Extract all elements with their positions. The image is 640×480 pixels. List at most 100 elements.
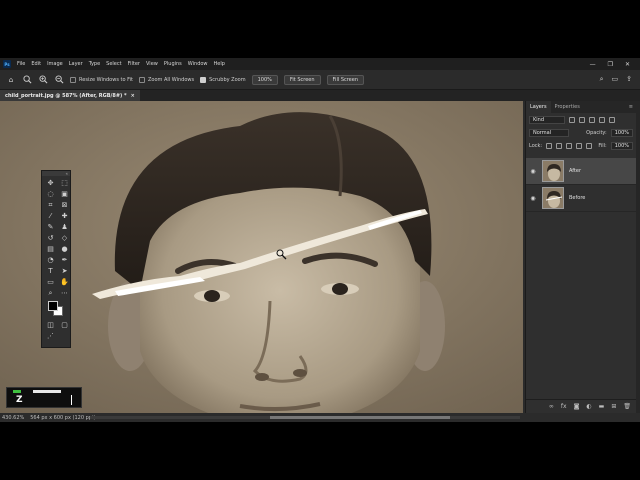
- shape-tool-icon[interactable]: ▭: [45, 277, 56, 287]
- lock-transparent-icon[interactable]: [546, 142, 553, 149]
- delete-layer-icon[interactable]: 🗑: [623, 403, 631, 410]
- lock-image-icon[interactable]: [556, 142, 563, 149]
- filter-adjust-icon[interactable]: [579, 116, 585, 123]
- brush-tool-icon[interactable]: ✎: [45, 222, 56, 232]
- link-layers-icon[interactable]: ∞: [549, 403, 554, 410]
- resize-windows-checkbox[interactable]: Resize Windows to Fit: [70, 76, 133, 83]
- menu-plugins[interactable]: Plugins: [161, 61, 185, 67]
- frame-tool-icon[interactable]: ⊠: [59, 200, 70, 210]
- blend-mode-select[interactable]: Normal: [529, 128, 569, 137]
- zoom-out-icon[interactable]: [54, 75, 64, 85]
- lock-position-icon[interactable]: [566, 142, 573, 149]
- zoom-tool-icon[interactable]: ⌕: [45, 288, 56, 298]
- scrubby-zoom-box[interactable]: [200, 76, 207, 83]
- tab-layers[interactable]: Layers: [526, 101, 551, 113]
- layer-name-after[interactable]: After: [569, 168, 581, 174]
- keycast-white-bar: [33, 390, 61, 393]
- lock-artboard-icon[interactable]: [576, 142, 583, 149]
- stamp-tool-icon[interactable]: ♟: [59, 222, 70, 232]
- quick-mask-icon[interactable]: ◫: [45, 320, 56, 330]
- zoom-in-icon[interactable]: [38, 75, 48, 85]
- share-icon[interactable]: ⇪: [626, 75, 632, 84]
- panel-menu-icon[interactable]: ≡: [629, 104, 636, 110]
- horizontal-scrollbar[interactable]: [90, 416, 520, 419]
- eyedropper-tool-icon[interactable]: ⁄: [45, 211, 56, 221]
- screen-mode-icon[interactable]: ▢: [59, 320, 70, 330]
- type-tool-icon[interactable]: T: [45, 266, 56, 276]
- path-select-tool-icon[interactable]: ➤: [59, 266, 70, 276]
- fit-screen-button[interactable]: Fit Screen: [283, 74, 321, 85]
- eraser-tool-icon[interactable]: ◇: [59, 233, 70, 243]
- hand-tool-icon[interactable]: ✋: [59, 277, 70, 287]
- color-swatches[interactable]: [45, 300, 71, 318]
- visibility-eye-icon[interactable]: ◉: [529, 195, 537, 202]
- filter-shape-icon[interactable]: [599, 116, 605, 123]
- new-layer-icon[interactable]: ⊞: [611, 403, 616, 410]
- layer-style-icon[interactable]: fx: [561, 403, 567, 410]
- object-select-tool-icon[interactable]: ▣: [59, 189, 70, 199]
- layer-row-before[interactable]: ◉ Before: [526, 185, 636, 212]
- scrollbar-thumb[interactable]: [270, 416, 450, 419]
- filter-pixel-icon[interactable]: [569, 116, 575, 123]
- foreground-color-swatch[interactable]: [48, 301, 58, 311]
- zoom-all-windows-box[interactable]: [139, 76, 145, 83]
- blur-tool-icon[interactable]: ●: [59, 244, 70, 254]
- menu-window[interactable]: Window: [185, 61, 211, 67]
- layers-footer: ∞ fx ◙ ◐ ▬ ⊞ 🗑: [526, 399, 637, 413]
- menu-help[interactable]: Help: [211, 61, 228, 67]
- layer-name-before[interactable]: Before: [569, 195, 585, 201]
- menu-filter[interactable]: Filter: [125, 61, 143, 67]
- restore-icon[interactable]: ❐: [608, 61, 613, 68]
- new-group-icon[interactable]: ▬: [599, 403, 605, 410]
- zoom-all-windows-checkbox[interactable]: Zoom All Windows: [139, 76, 194, 83]
- home-icon[interactable]: ⌂: [6, 75, 16, 85]
- blend-row: Normal Opacity: 100%: [526, 126, 636, 139]
- more-tools-icon[interactable]: ⋯: [59, 288, 70, 298]
- filter-kind-select[interactable]: Kind: [529, 115, 565, 124]
- menu-image[interactable]: Image: [44, 61, 66, 67]
- scrubby-zoom-checkbox[interactable]: Scrubby Zoom: [200, 76, 246, 83]
- status-zoom[interactable]: 430.62%: [2, 415, 24, 421]
- filter-smart-icon[interactable]: [609, 116, 615, 123]
- marquee-tool-icon[interactable]: ⬚: [59, 178, 70, 188]
- fill-screen-button[interactable]: Fill Screen: [326, 74, 365, 85]
- move-tool-icon[interactable]: ✥: [45, 178, 56, 188]
- resize-windows-box[interactable]: [70, 76, 76, 83]
- close-icon[interactable]: ✕: [625, 61, 630, 68]
- gradient-tool-icon[interactable]: ▤: [45, 244, 56, 254]
- minimize-icon[interactable]: —: [590, 61, 596, 68]
- opacity-label: Opacity:: [586, 129, 607, 136]
- layer-row-after[interactable]: ◉ After: [526, 158, 636, 185]
- add-mask-icon[interactable]: ◙: [574, 403, 580, 410]
- tab-properties[interactable]: Properties: [551, 101, 584, 113]
- spot-heal-tool-icon[interactable]: ✚: [59, 211, 70, 221]
- zoom-tool-icon[interactable]: [22, 75, 32, 85]
- menu-type[interactable]: Type: [86, 61, 103, 67]
- visibility-eye-icon[interactable]: ◉: [529, 168, 537, 175]
- lasso-tool-icon[interactable]: ◌: [45, 189, 56, 199]
- history-brush-tool-icon[interactable]: ↺: [45, 233, 56, 243]
- pen-tool-icon[interactable]: ✒: [59, 255, 70, 265]
- layer-filter-row: Kind: [526, 113, 636, 126]
- zoom-100-button[interactable]: 100%: [251, 74, 278, 85]
- status-doc-info: 564 px x 600 px (120 ppi): [30, 414, 96, 421]
- lock-all-icon[interactable]: [586, 142, 593, 149]
- filter-type-icon[interactable]: [589, 116, 595, 123]
- dodge-tool-icon[interactable]: ◔: [45, 255, 56, 265]
- crop-tool-icon[interactable]: ⌗: [45, 200, 56, 210]
- menu-view[interactable]: View: [143, 61, 161, 67]
- document-tab[interactable]: child_portrait.jpg @ 587% (After, RGB/8#…: [0, 90, 140, 101]
- opacity-field[interactable]: 100%: [610, 128, 633, 137]
- menu-file[interactable]: File: [14, 61, 28, 67]
- document-canvas[interactable]: « ✥ ⬚ ◌ ▣ ⌗ ⊠ ⁄ ✚ ✎ ♟ ↺ ◇ ▤ ● ◔ ✒ T ➤ ▭: [0, 101, 523, 413]
- fill-field[interactable]: 100%: [610, 141, 633, 150]
- adjustment-layer-icon[interactable]: ◐: [586, 403, 591, 410]
- tab-close-icon[interactable]: ×: [131, 93, 135, 99]
- workspace-icon[interactable]: ▭: [612, 75, 619, 84]
- search-icon[interactable]: ⌕: [600, 75, 604, 84]
- menu-layer[interactable]: Layer: [66, 61, 86, 67]
- menu-select[interactable]: Select: [103, 61, 124, 67]
- menu-edit[interactable]: Edit: [28, 61, 44, 67]
- document-tab-title: child_portrait.jpg @ 587% (After, RGB/8#…: [5, 92, 127, 99]
- edit-toolbar-icon[interactable]: ⋰: [45, 331, 56, 341]
